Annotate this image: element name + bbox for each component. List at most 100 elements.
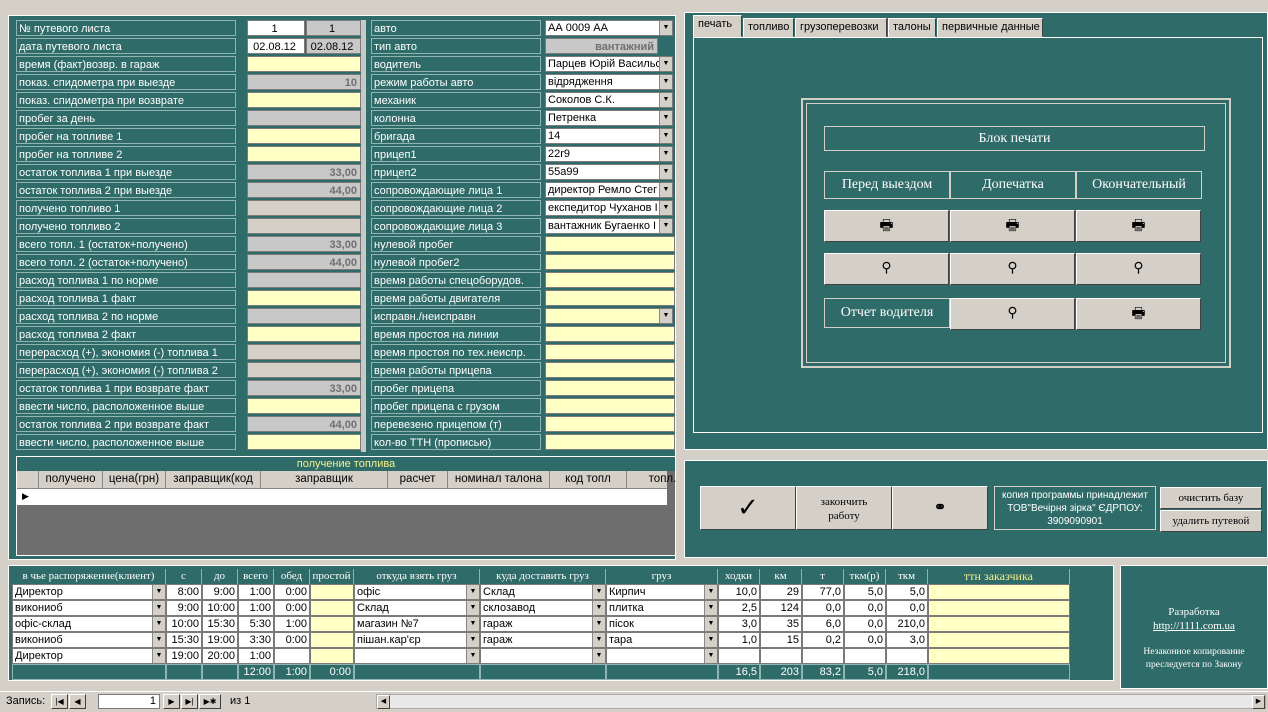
waybill-number-alt-field[interactable]: 1	[306, 20, 361, 36]
clear-db-button[interactable]: очистить базу	[1160, 487, 1262, 509]
chevron-down-icon[interactable]: ▼	[466, 633, 479, 647]
trips-column-header[interactable]: т	[802, 569, 844, 584]
tab-4[interactable]: первичные данные	[937, 18, 1043, 37]
trips-cell[interactable]: викониоб ▼	[12, 600, 166, 616]
field-value[interactable]	[545, 326, 675, 342]
trips-column-header[interactable]: до	[202, 569, 238, 584]
chevron-down-icon[interactable]: ▼	[659, 201, 672, 215]
waybill-number-field[interactable]: 1	[247, 20, 305, 36]
trips-cell[interactable]: 0,0	[844, 600, 886, 616]
combo-field[interactable]: директор Ремло Стег ▼	[545, 182, 673, 198]
trips-cell[interactable]	[844, 648, 886, 664]
driver-report-print-button[interactable]: 🖶	[1076, 298, 1201, 330]
trips-cell[interactable]: 15:30	[166, 632, 202, 648]
last-record-button[interactable]: ▶|	[181, 694, 198, 709]
trips-column-header[interactable]: км	[760, 569, 802, 584]
trips-cell[interactable]: 0,0	[802, 600, 844, 616]
combo-field[interactable]: Парцев Юрій Васильо ▼	[545, 56, 673, 72]
first-record-button[interactable]: |◀	[51, 694, 68, 709]
trips-cell[interactable]: 1:00	[274, 616, 310, 632]
trips-column-header[interactable]: обед	[274, 569, 310, 584]
scroll-left-icon[interactable]: ◀	[377, 695, 390, 709]
developer-link[interactable]: http://1111.com.ua	[1121, 620, 1267, 632]
record-number-input[interactable]: 1	[98, 694, 160, 709]
field-value[interactable]	[545, 254, 675, 270]
trips-column-header[interactable]: простой	[310, 569, 354, 584]
trips-cell[interactable]	[760, 648, 802, 664]
preview-reprint-button[interactable]: ⚲	[950, 253, 1075, 285]
trips-cell[interactable]: Кирпич ▼	[606, 584, 718, 600]
fuel-column-header[interactable]: заправщик(код	[166, 471, 261, 488]
trips-cell[interactable]: 0:00	[274, 600, 310, 616]
trips-cell[interactable]: Склад ▼	[480, 584, 606, 600]
new-record-button[interactable]: ▶✱	[199, 694, 221, 709]
trips-cell[interactable]: плитка ▼	[606, 600, 718, 616]
chevron-down-icon[interactable]: ▼	[659, 129, 672, 143]
trips-cell[interactable]: 9:00	[166, 600, 202, 616]
trips-cell[interactable]: 29	[760, 584, 802, 600]
trips-column-header[interactable]: куда доставить груз	[480, 569, 606, 584]
trips-cell[interactable]: 3,0	[718, 616, 760, 632]
trips-cell[interactable]: 0,0	[844, 616, 886, 632]
chevron-down-icon[interactable]: ▼	[152, 649, 165, 663]
combo-field[interactable]: ▼	[545, 308, 673, 324]
trips-cell[interactable]: 77,0	[802, 584, 844, 600]
horizontal-scrollbar[interactable]: ◀ ▶	[376, 694, 1266, 709]
trips-cell[interactable]: 20:00	[202, 648, 238, 664]
chevron-down-icon[interactable]: ▼	[466, 601, 479, 615]
chevron-down-icon[interactable]: ▼	[466, 585, 479, 599]
chevron-down-icon[interactable]: ▼	[659, 111, 672, 125]
field-value[interactable]	[545, 272, 675, 288]
trips-cell[interactable]	[310, 616, 354, 632]
delete-waybill-button[interactable]: удалить путевой	[1160, 510, 1262, 532]
preview-before-button[interactable]: ⚲	[824, 253, 949, 285]
chevron-down-icon[interactable]: ▼	[152, 585, 165, 599]
field-value[interactable]	[545, 380, 675, 396]
trips-cell[interactable]: 0,0	[844, 632, 886, 648]
trips-cell[interactable]: 8:00	[166, 584, 202, 600]
trips-column-header[interactable]: ходки	[718, 569, 760, 584]
chevron-down-icon[interactable]: ▼	[659, 309, 672, 323]
trips-cell[interactable]: 9:00	[202, 584, 238, 600]
field-value[interactable]	[545, 398, 675, 414]
chevron-down-icon[interactable]: ▼	[592, 601, 605, 615]
trips-cell[interactable]	[928, 648, 1070, 664]
combo-field[interactable]: 55a99 ▼	[545, 164, 673, 180]
chevron-down-icon[interactable]: ▼	[659, 147, 672, 161]
print-before-button[interactable]: 🖶	[824, 210, 949, 242]
trips-column-header[interactable]: в чье распоряжение(клиент)	[12, 569, 166, 584]
trips-cell[interactable]: 15:30	[202, 616, 238, 632]
trips-cell[interactable]: 1,0	[718, 632, 760, 648]
combo-field[interactable]: АА 0009 АА ▼	[545, 20, 673, 36]
chevron-down-icon[interactable]: ▼	[704, 617, 717, 631]
trips-cell[interactable]: ▼	[354, 648, 480, 664]
trips-column-header[interactable]: ткм(р)	[844, 569, 886, 584]
trips-column-header[interactable]: с	[166, 569, 202, 584]
chevron-down-icon[interactable]: ▼	[466, 649, 479, 663]
fuel-column-header[interactable]: цена(грн)	[103, 471, 166, 488]
trips-cell[interactable]: 19:00	[202, 632, 238, 648]
trips-cell[interactable]: офіс-склад ▼	[12, 616, 166, 632]
trips-cell[interactable]: 0,0	[886, 600, 928, 616]
trips-cell[interactable]: 1:00	[238, 648, 274, 664]
trips-cell[interactable]: 35	[760, 616, 802, 632]
trips-column-header[interactable]: груз	[606, 569, 718, 584]
scroll-right-icon[interactable]: ▶	[1252, 695, 1265, 709]
trips-cell[interactable]	[310, 600, 354, 616]
trips-cell[interactable]: 5,0	[844, 584, 886, 600]
combo-field[interactable]: експедитор Чуханов І ▼	[545, 200, 673, 216]
fuel-table-row[interactable]: ▶	[17, 488, 667, 505]
chevron-down-icon[interactable]: ▼	[592, 585, 605, 599]
trips-cell[interactable]: офіс ▼	[354, 584, 480, 600]
combo-field[interactable]: 14 ▼	[545, 128, 673, 144]
field-value[interactable]	[545, 362, 675, 378]
trips-cell[interactable]: магазин №7 ▼	[354, 616, 480, 632]
print-final-button[interactable]: 🖶	[1076, 210, 1201, 242]
trips-cell[interactable]: Директор ▼	[12, 648, 166, 664]
fuel-column-header[interactable]: получено	[39, 471, 103, 488]
trips-cell[interactable]: 0:00	[274, 632, 310, 648]
trips-cell[interactable]: 2,5	[718, 600, 760, 616]
chevron-down-icon[interactable]: ▼	[659, 75, 672, 89]
chevron-down-icon[interactable]: ▼	[659, 21, 672, 35]
trips-cell[interactable]: 0,2	[802, 632, 844, 648]
